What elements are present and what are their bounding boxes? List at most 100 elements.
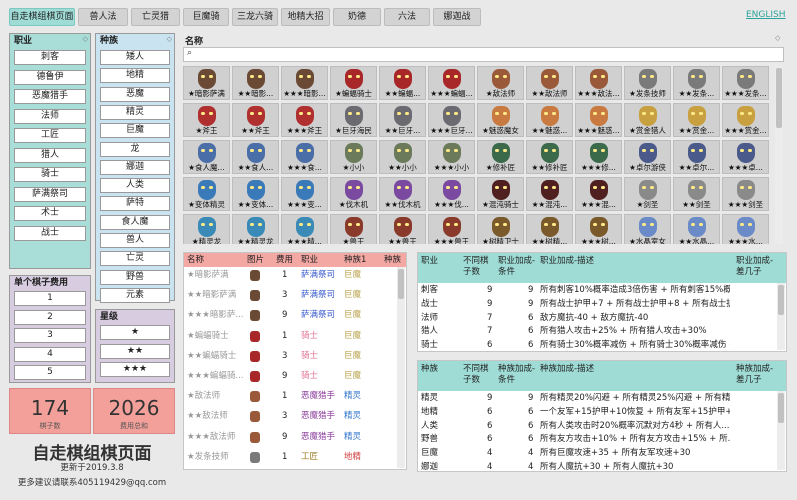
hero-card[interactable]: ★★★剑圣 — [722, 177, 769, 211]
hero-card[interactable]: ★兽王 — [330, 214, 377, 244]
hero-card[interactable]: ★★发条... — [673, 66, 720, 100]
star-filter-option[interactable]: ★★★ — [100, 362, 170, 377]
class-filter-option[interactable]: 恶魔猎手 — [14, 89, 86, 104]
hero-card[interactable]: ★★★巨牙... — [428, 103, 475, 137]
hero-card[interactable]: ★剑圣 — [624, 177, 671, 211]
hero-card[interactable]: ★★★赏金... — [722, 103, 769, 137]
hero-card[interactable]: ★★修补匠 — [526, 140, 573, 174]
race-filter-option[interactable]: 食人魔 — [100, 214, 170, 230]
cost-filter-option[interactable]: 5 — [14, 365, 86, 380]
class-col-header[interactable]: 职业加成-描述 — [540, 256, 730, 267]
hero-card[interactable]: ★斧王 — [183, 103, 230, 137]
hero-card[interactable]: ★★巨牙... — [379, 103, 426, 137]
english-link[interactable]: ENGLISH — [746, 10, 786, 20]
table-row[interactable]: ★敌法师 1 恶魔猎手 精灵 — [184, 390, 406, 403]
tab-5[interactable]: 地精大招 — [281, 8, 330, 26]
race-filter-option[interactable]: 兽人 — [100, 233, 170, 248]
hero-card[interactable]: ★★★暗影... — [281, 66, 328, 100]
hero-card[interactable]: ★★剑圣 — [673, 177, 720, 211]
hero-card[interactable]: ★★★伐... — [428, 177, 475, 211]
hero-card[interactable]: ★★暗影... — [232, 66, 279, 100]
table-row[interactable]: 法师 7 6 敌方魔抗-40 + 敌方魔抗-40 — [418, 312, 786, 325]
race-filter-option[interactable]: 野兽 — [100, 269, 170, 285]
hero-grid-scrollbar[interactable] — [775, 66, 783, 244]
unit-col-header[interactable]: 种族1 — [344, 255, 366, 266]
race-filter-option[interactable]: 人类 — [100, 178, 170, 194]
table-row[interactable]: 猎人 7 6 所有猎人攻击+25% + 所有猎人攻击+30% — [418, 325, 786, 338]
hero-card[interactable]: ★★精灵龙 — [232, 214, 279, 244]
hero-card[interactable]: ★★★魅惑... — [575, 103, 622, 137]
table-row[interactable]: 野兽 6 6 所有友方攻击+10% + 所有友方攻击+15% + 所... — [418, 433, 786, 446]
race-filter-option[interactable]: 龙 — [100, 141, 170, 157]
hero-card[interactable]: ★小小 — [330, 140, 377, 174]
hero-card[interactable]: ★★敌法师 — [526, 66, 573, 100]
hero-card[interactable]: ★蝙蝠骑士 — [330, 66, 377, 100]
race-filter-option[interactable]: 萨特 — [100, 196, 170, 212]
race-col-header[interactable]: 种族加成-差几子 — [736, 364, 781, 386]
hero-card[interactable]: ★魅惑魔女 — [477, 103, 524, 137]
hero-card[interactable]: ★★蝙蝠... — [379, 66, 426, 100]
tab-1[interactable]: 兽人法 — [78, 8, 128, 26]
hero-card[interactable]: ★★水晶... — [673, 214, 720, 244]
class-filter-option[interactable]: 工匠 — [14, 128, 86, 143]
race-filter-option[interactable]: 精灵 — [100, 104, 170, 120]
hero-card[interactable]: ★精灵龙 — [183, 214, 230, 244]
hero-card[interactable]: ★★★变... — [281, 177, 328, 211]
hero-card[interactable]: ★赏金猎人 — [624, 103, 671, 137]
hero-card[interactable]: ★暗影萨满 — [183, 66, 230, 100]
race-table-scrollbar[interactable] — [777, 391, 785, 470]
class-table-scrollbar[interactable] — [777, 283, 785, 350]
unit-col-header[interactable]: 费用 — [276, 255, 293, 266]
hero-card[interactable]: ★★★树... — [575, 214, 622, 244]
table-row[interactable]: 精灵 9 9 所有精灵20%闪避 + 所有精灵25%闪避 + 所有精灵... — [418, 392, 786, 405]
search-input[interactable] — [200, 49, 774, 62]
hero-card[interactable]: ★树精卫士 — [477, 214, 524, 244]
race-col-header[interactable]: 种族 — [421, 364, 461, 375]
class-col-header[interactable]: 职业 — [421, 256, 461, 267]
hero-card[interactable]: ★食人魔... — [183, 140, 230, 174]
table-row[interactable]: ★★★暗影萨... 9 萨满祭司 巨魔 — [184, 309, 406, 322]
hero-card[interactable]: ★★斧王 — [232, 103, 279, 137]
table-row[interactable]: ★蝙蝠骑士 1 骑士 巨魔 — [184, 330, 406, 343]
hero-card[interactable]: ★★★兽王 — [428, 214, 475, 244]
race-filter-option[interactable]: 巨魔 — [100, 123, 170, 139]
class-col-header[interactable]: 职业加成-差几子 — [736, 256, 781, 278]
class-filter-option[interactable]: 法师 — [14, 108, 86, 124]
hero-card[interactable]: ★★混沌... — [526, 177, 573, 211]
unit-col-header[interactable]: 图片 — [247, 255, 264, 266]
hero-card[interactable]: ★★★修... — [575, 140, 622, 174]
unit-col-header[interactable]: 职业 — [301, 255, 318, 266]
hero-card[interactable]: ★★兽王 — [379, 214, 426, 244]
race-filter-option[interactable]: 亡灵 — [100, 251, 170, 267]
table-row[interactable]: 人类 6 6 所有人类攻击时20%概率沉默对方4秒 + 所有人... — [418, 420, 786, 433]
hero-card[interactable]: ★发条技师 — [624, 66, 671, 100]
hero-card[interactable]: ★伐木机 — [330, 177, 377, 211]
tab-0[interactable]: 自走棋组棋页面 — [9, 8, 75, 26]
hero-card[interactable]: ★★食人... — [232, 140, 279, 174]
table-row[interactable]: 骑士 6 6 所有骑士30%概率减伤 + 所有骑士30%概率减伤 + ... — [418, 339, 786, 351]
tab-2[interactable]: 亡灵猎 — [131, 8, 180, 26]
hero-card[interactable]: ★★赏金... — [673, 103, 720, 137]
hero-card[interactable]: ★★★混... — [575, 177, 622, 211]
tab-7[interactable]: 六法 — [384, 8, 430, 26]
hero-card[interactable]: ★★★水... — [722, 214, 769, 244]
clear-filter-icon[interactable]: ◇ — [83, 35, 88, 43]
class-filter-option[interactable]: 术士 — [14, 206, 86, 221]
search-box[interactable]: ⌕ — [183, 47, 784, 62]
hero-card[interactable]: ★★★精... — [281, 214, 328, 244]
hero-card[interactable]: ★变体精灵 — [183, 177, 230, 211]
table-row[interactable]: 刺客 9 9 所有刺客10%概率造成3倍伤害 + 所有刺客15%概... — [418, 284, 786, 297]
hero-card[interactable]: ★★★斧王 — [281, 103, 328, 137]
class-col-header[interactable]: 不同棋子数 — [463, 256, 495, 278]
hero-card[interactable]: ★★★蝙蝠... — [428, 66, 475, 100]
unit-col-header[interactable]: 种族 — [384, 255, 401, 266]
class-col-header[interactable]: 职业加成-条件 — [498, 256, 538, 278]
hero-card[interactable]: ★★变体... — [232, 177, 279, 211]
hero-card[interactable]: ★水晶室女 — [624, 214, 671, 244]
hero-card[interactable]: ★★★食... — [281, 140, 328, 174]
tab-3[interactable]: 巨魔骑 — [183, 8, 229, 26]
tab-4[interactable]: 三龙六骑 — [232, 8, 278, 26]
table-row[interactable]: ★★敌法师 3 恶魔猎手 精灵 — [184, 410, 406, 423]
hero-card[interactable]: ★卓尔游侠 — [624, 140, 671, 174]
race-col-header[interactable]: 种族加成-条件 — [498, 364, 538, 386]
